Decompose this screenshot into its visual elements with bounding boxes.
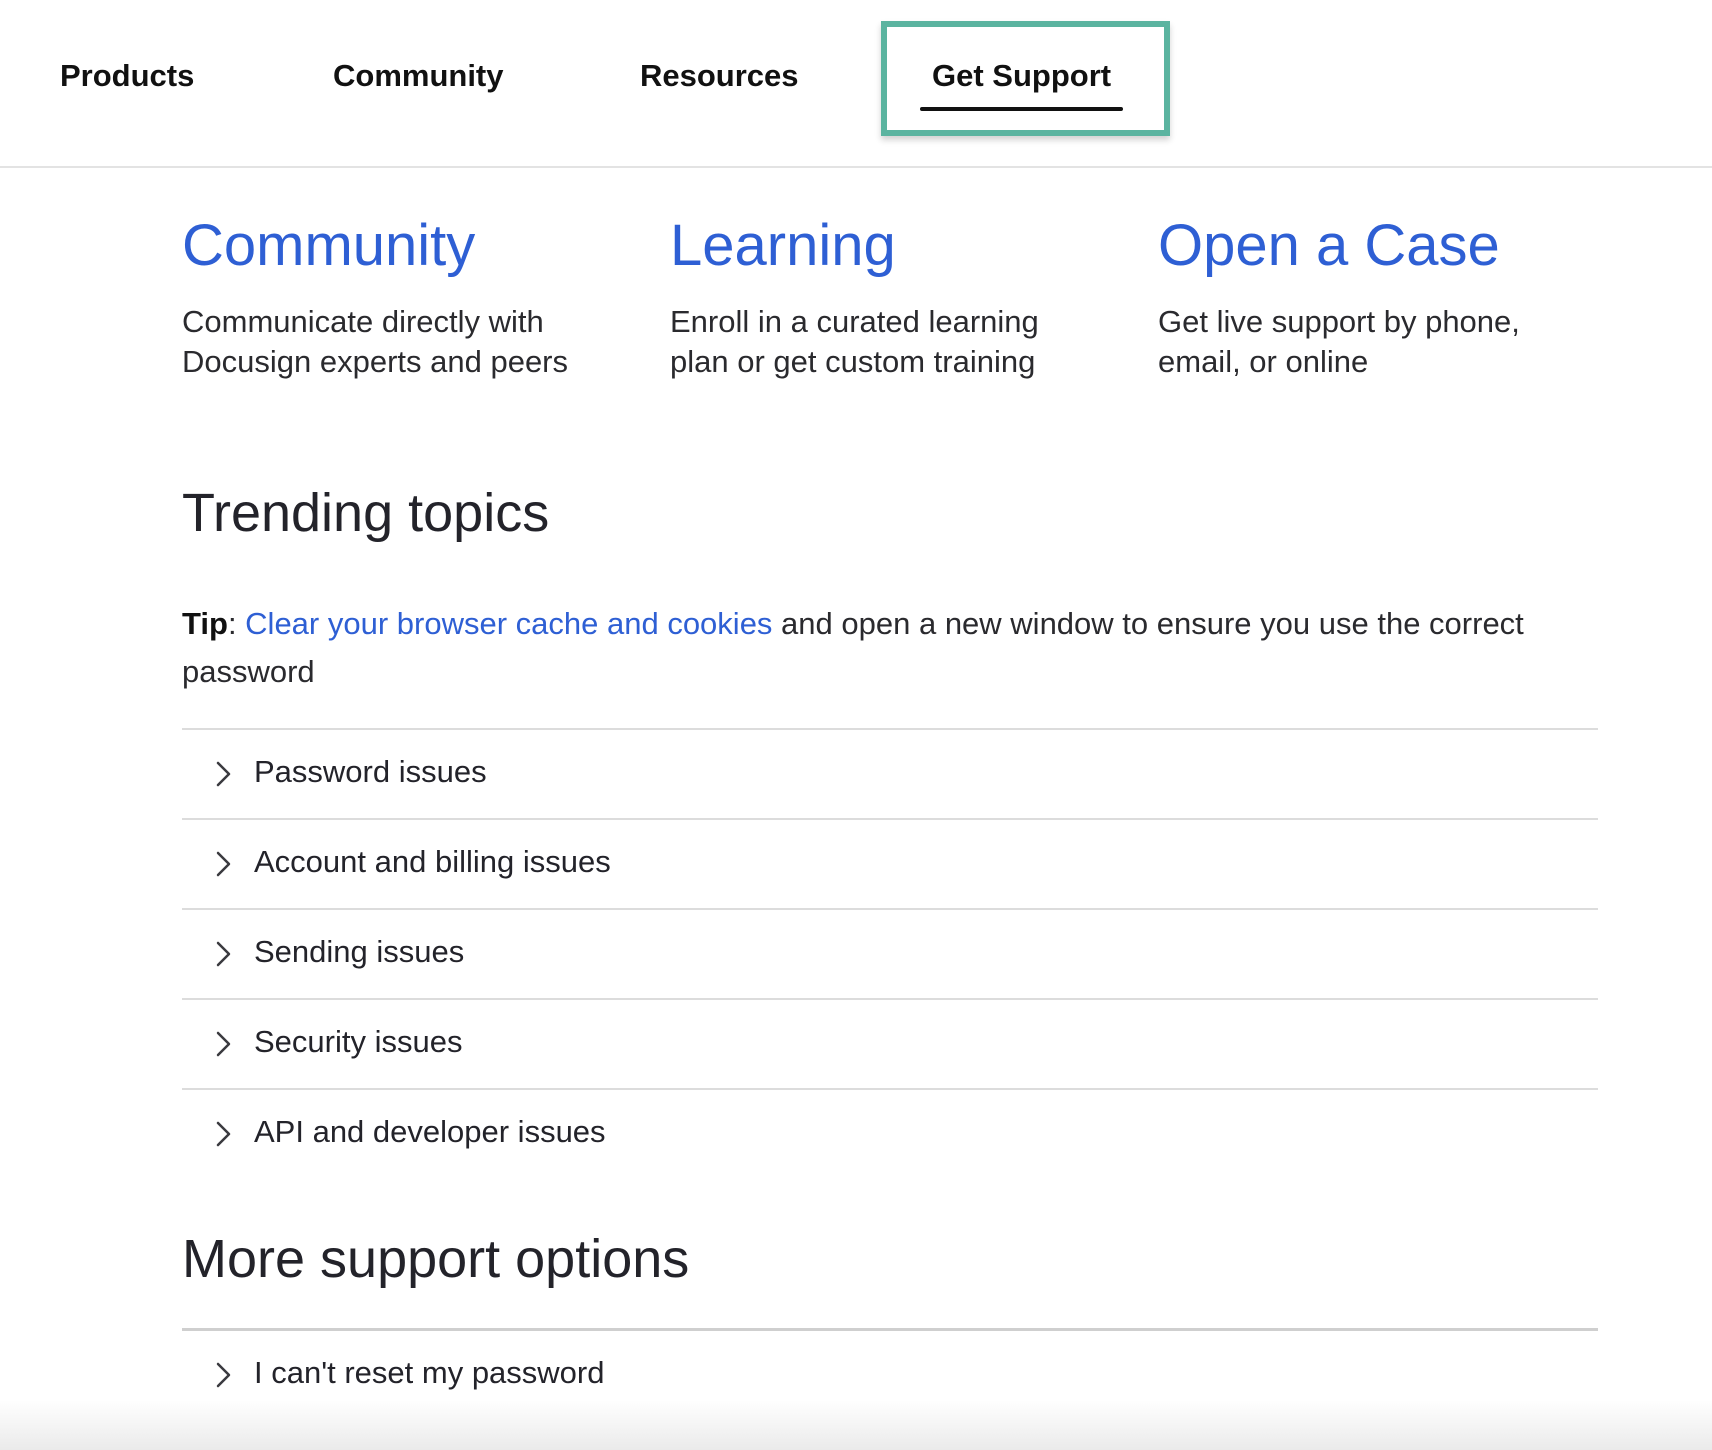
accordion-sending-issues[interactable]: Sending issues (182, 910, 1598, 1000)
nav-community[interactable]: Community (333, 58, 504, 94)
accordion-label: Password issues (254, 754, 487, 789)
card-desc-line: plan or get custom training (670, 344, 1036, 379)
chevron-right-icon (216, 1031, 231, 1057)
card-desc-line: Get live support by phone, (1158, 304, 1520, 339)
chevron-right-icon (216, 1121, 231, 1147)
card-desc-open-a-case: Get live support by phone, email, or onl… (1158, 302, 1578, 382)
top-navigation: Products Community Resources Get Support (0, 0, 1712, 168)
accordion-password-issues[interactable]: Password issues (182, 730, 1598, 820)
card-desc-line: email, or online (1158, 344, 1369, 379)
card-title-learning[interactable]: Learning (670, 210, 1090, 282)
accordion-label: I can't reset my password (254, 1355, 605, 1390)
card-title-open-a-case[interactable]: Open a Case (1158, 210, 1578, 282)
accordion-api-developer-issues[interactable]: API and developer issues (182, 1090, 1598, 1178)
card-title-community[interactable]: Community (182, 210, 602, 282)
card-desc-line: Communicate directly with (182, 304, 544, 339)
highlight-box (881, 21, 1170, 136)
nav-products[interactable]: Products (60, 58, 194, 94)
card-desc-learning: Enroll in a curated learning plan or get… (670, 302, 1090, 382)
accordion-label: Account and billing issues (254, 844, 611, 879)
accordion-label: Security issues (254, 1024, 463, 1059)
trending-topics-heading: Trending topics (182, 483, 550, 543)
accordion-account-billing-issues[interactable]: Account and billing issues (182, 820, 1598, 910)
card-open-a-case: Open a Case Get live support by phone, e… (1158, 210, 1578, 382)
accordion-security-issues[interactable]: Security issues (182, 1000, 1598, 1090)
card-learning: Learning Enroll in a curated learning pl… (670, 210, 1090, 382)
clear-cache-link[interactable]: Clear your browser cache and cookies (245, 606, 772, 641)
nav-resources[interactable]: Resources (640, 58, 799, 94)
chevron-right-icon (216, 851, 231, 877)
card-desc-community: Communicate directly with Docusign exper… (182, 302, 602, 382)
accordion-label: API and developer issues (254, 1114, 606, 1149)
chevron-right-icon (216, 1362, 231, 1388)
card-desc-line: Docusign experts and peers (182, 344, 569, 379)
more-support-heading: More support options (182, 1229, 690, 1289)
card-desc-line: Enroll in a curated learning (670, 304, 1039, 339)
tip-text: Tip: Clear your browser cache and cookie… (182, 606, 1524, 689)
chevron-right-icon (216, 941, 231, 967)
bottom-fade (0, 1400, 1712, 1450)
support-page: Products Community Resources Get Support… (0, 0, 1712, 1450)
chevron-right-icon (216, 761, 231, 787)
tip-label: Tip (182, 606, 228, 641)
trending-topics-list: Password issues Account and billing issu… (182, 728, 1598, 1178)
card-community: Community Communicate directly with Docu… (182, 210, 602, 382)
accordion-label: Sending issues (254, 934, 465, 969)
